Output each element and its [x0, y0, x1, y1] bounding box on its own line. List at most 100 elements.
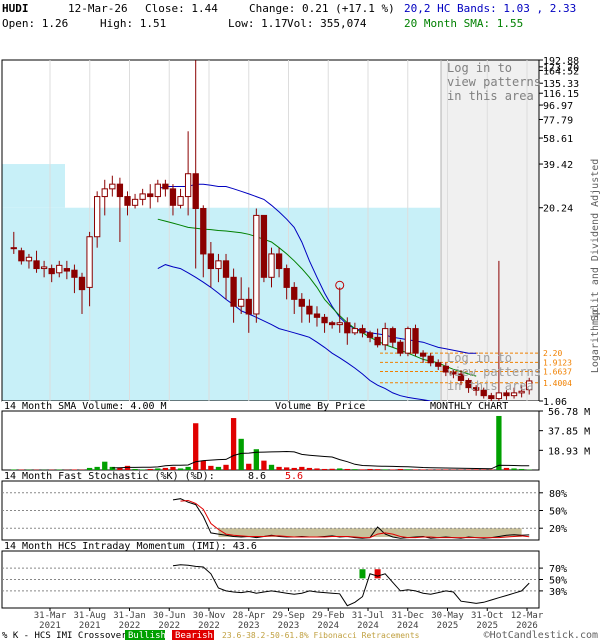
price-y-tick-label: 96.97 — [543, 101, 573, 112]
candle-bearish — [193, 174, 198, 209]
patterns-area — [441, 60, 539, 401]
candle-bearish — [72, 270, 77, 277]
candle-bearish — [201, 209, 206, 254]
x-tick-month: 31-Jul — [352, 611, 385, 621]
candle-bearish — [163, 184, 168, 189]
volume-bar — [443, 469, 448, 470]
volume-bar — [292, 468, 297, 470]
volume-panel-border — [2, 411, 539, 470]
candle-bearish — [314, 314, 319, 317]
x-tick-month: 30-May — [431, 611, 464, 621]
candle-bullish — [140, 194, 145, 199]
crossover-bullish-marker — [359, 569, 365, 578]
volume-bar — [405, 469, 410, 470]
candle-bearish — [360, 329, 365, 333]
volume-bar — [504, 468, 509, 470]
volume-bar — [337, 468, 342, 470]
volume-by-price-area — [2, 208, 440, 401]
momentum-y-tick-label: 70% — [549, 564, 567, 575]
candle-bullish — [11, 248, 16, 249]
candle-bullish — [269, 254, 274, 277]
candle-bearish — [489, 396, 494, 399]
volume-bar — [155, 468, 160, 470]
volume-bar — [329, 469, 334, 470]
footer-bearish-label: Bearish — [175, 631, 213, 640]
candle-bullish — [216, 261, 221, 269]
candle-bearish — [284, 269, 289, 288]
candle-bearish — [413, 329, 418, 354]
x-tick-year: 2022 — [158, 621, 180, 631]
volume-bar — [519, 469, 524, 470]
volume-bar — [208, 466, 213, 470]
volume-bar — [299, 467, 304, 470]
volume-by-price-label: Volume By Price — [275, 401, 365, 412]
candle-bearish — [367, 333, 372, 338]
candle-bullish — [254, 215, 259, 314]
candle-bullish — [41, 267, 46, 269]
candle-bearish — [292, 287, 297, 299]
fib-retracement-band — [218, 528, 521, 537]
candle-bearish — [208, 254, 213, 269]
footer-bullish-label: Bullish — [128, 631, 166, 640]
footer-crossover-label: % K - HCS IMI Crossover, — [2, 631, 132, 640]
x-tick-year: 2021 — [79, 621, 101, 631]
volume-bar — [390, 469, 395, 470]
volume-bar — [231, 418, 236, 470]
candle-bullish — [511, 393, 516, 396]
volume-bar — [148, 469, 153, 470]
candle-bearish — [49, 269, 54, 274]
candle-bearish — [390, 329, 395, 343]
volume-sma-line — [112, 452, 529, 469]
x-tick-month: 30-Nov — [193, 611, 226, 621]
monthly-chart-label: MONTHLY CHART — [430, 401, 508, 412]
candle-bearish — [420, 353, 425, 356]
volume-bar — [261, 461, 266, 470]
fib-level-label: 1.4004 — [543, 379, 572, 388]
price-y-tick-label: 164.52 — [543, 66, 579, 77]
candle-bullish — [185, 174, 190, 197]
momentum-y-tick-label: 50% — [549, 576, 567, 587]
candle-bearish — [428, 356, 433, 363]
x-tick-year: 2021 — [39, 621, 61, 631]
volume-bar — [473, 469, 478, 470]
volume-y-tick-label: 56.78 M — [548, 407, 590, 418]
candlestick-chart: HUDI12-Mar-26Close: 1.44Change: 0.21 (+1… — [0, 0, 600, 640]
header-volume: Vol: 355,074 — [287, 17, 367, 30]
volume-bar — [216, 467, 221, 470]
x-tick-month: 31-Oct — [471, 611, 504, 621]
candle-bearish — [125, 197, 130, 206]
candle-bearish — [223, 261, 228, 277]
chart-stage: HUDI12-Mar-26Close: 1.44Change: 0.21 (+1… — [0, 0, 600, 640]
x-tick-month: 29-Feb — [312, 611, 345, 621]
header-open: Open: 1.26 — [2, 17, 68, 30]
momentum-y-tick-label: 30% — [549, 587, 567, 598]
price-y-tick-label: 77.79 — [543, 116, 573, 127]
volume-bar — [398, 469, 403, 470]
candle-bearish — [504, 393, 509, 396]
volume-bar — [185, 467, 190, 470]
momentum-line — [173, 565, 529, 606]
candle-bearish — [170, 189, 175, 205]
x-tick-month: 29-Sep — [272, 611, 305, 621]
volume-bar — [72, 469, 77, 470]
volume-bar — [314, 468, 319, 470]
x-tick-year: 2024 — [357, 621, 379, 631]
volume-bar — [481, 469, 486, 470]
candle-bearish — [79, 277, 84, 289]
volume-bar — [223, 465, 228, 470]
volume-bar — [413, 469, 418, 470]
candle-bullish — [352, 329, 357, 333]
candle-bearish — [246, 299, 251, 314]
x-tick-year: 2022 — [198, 621, 220, 631]
candle-bullish — [26, 257, 31, 261]
candle-bullish — [110, 184, 115, 189]
x-tick-month: 30-Jun — [153, 611, 186, 621]
candle-bearish — [276, 254, 281, 269]
volume-bar — [276, 467, 281, 470]
side-label-log: Logarithmic — [590, 307, 600, 373]
volume-bar — [284, 467, 289, 470]
candle-bullish — [102, 189, 107, 197]
volume-bar — [436, 469, 441, 470]
volume-bar — [140, 469, 145, 470]
volume-bar — [345, 469, 350, 470]
